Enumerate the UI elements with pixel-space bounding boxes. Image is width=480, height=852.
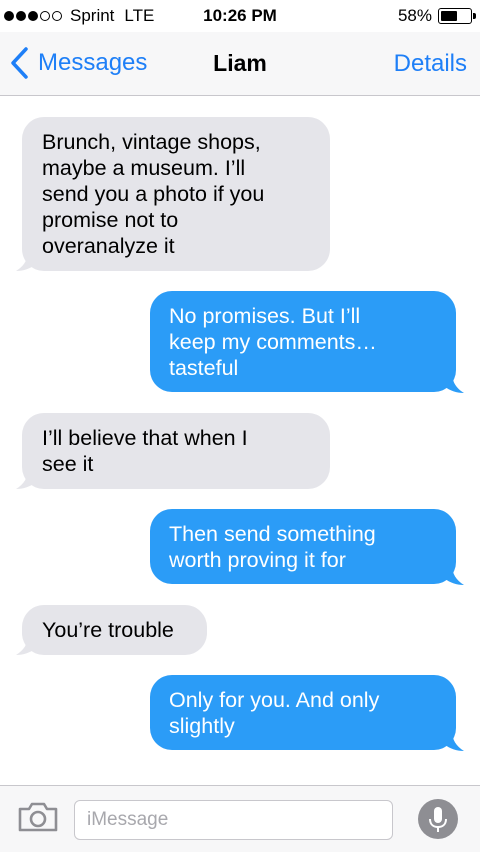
message-text: I’ll believe that when I see it — [42, 426, 248, 476]
message-text: You’re trouble — [42, 618, 174, 642]
navigation-bar: Messages Liam Details — [0, 32, 480, 96]
message-bubble-incoming: Brunch, vintage shops, maybe a museum. I… — [22, 117, 330, 271]
bubble-tail — [444, 372, 464, 393]
status-bar: Sprint LTE 10:26 PM 58% — [0, 0, 480, 32]
message-input-bar — [0, 785, 480, 852]
message-bubble-outgoing: Then send something worth proving it for — [150, 509, 456, 584]
message-bubble-outgoing: Only for you. And only slightly — [150, 675, 456, 750]
microphone-icon — [429, 807, 447, 832]
message-bubble-incoming: I’ll believe that when I see it — [22, 413, 330, 489]
bubble-tail — [16, 250, 36, 271]
message-input[interactable] — [75, 801, 392, 839]
bubble-tail — [444, 564, 464, 585]
battery-nub — [473, 13, 476, 19]
message-text: Brunch, vintage shops, maybe a museum. I… — [42, 130, 265, 258]
message-text: Then send something worth proving it for — [169, 522, 376, 572]
bubble-tail — [16, 634, 36, 655]
battery-fill — [441, 11, 457, 21]
camera-icon[interactable] — [18, 802, 58, 832]
message-text: No promises. But I’ll keep my comments… … — [169, 304, 377, 380]
battery-percent: 58% — [397, 6, 432, 25]
status-right: 58% — [397, 6, 476, 26]
details-button[interactable]: Details — [394, 50, 467, 78]
battery-icon — [438, 8, 476, 24]
back-button-label: Messages — [38, 49, 148, 76]
message-bubble-incoming: You’re trouble — [22, 605, 207, 655]
chevron-left-icon — [11, 47, 28, 79]
message-text: Only for you. And only slightly — [169, 688, 380, 738]
bubble-tail — [444, 730, 464, 751]
back-button[interactable]: Messages — [8, 46, 147, 80]
imessage-field[interactable] — [74, 800, 393, 840]
microphone-button[interactable] — [418, 799, 458, 839]
message-bubble-outgoing: No promises. But I’ll keep my comments… … — [150, 291, 456, 392]
bubble-tail — [16, 468, 36, 489]
